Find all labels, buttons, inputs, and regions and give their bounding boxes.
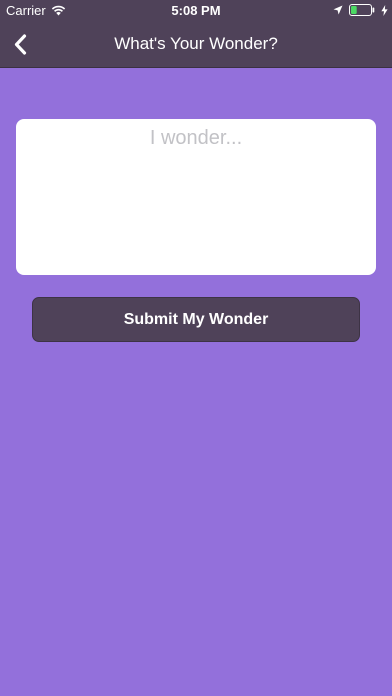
submit-wonder-button[interactable]: Submit My Wonder — [32, 297, 360, 342]
status-bar-right — [333, 4, 388, 16]
location-arrow-icon — [333, 5, 343, 15]
status-bar: Carrier 5:08 PM — [0, 0, 392, 22]
charging-bolt-icon — [381, 4, 388, 16]
navigation-bar: What's Your Wonder? — [0, 22, 392, 66]
wonder-input[interactable] — [16, 119, 376, 275]
top-bar: Carrier 5:08 PM What's Your Wonder? — [0, 0, 392, 68]
page-title: What's Your Wonder? — [114, 34, 278, 53]
battery-icon — [349, 4, 375, 16]
